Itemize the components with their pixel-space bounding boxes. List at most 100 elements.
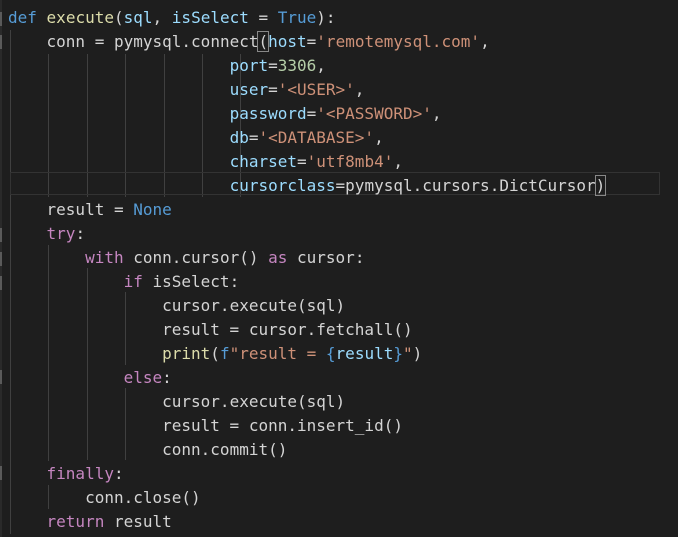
code-token: = xyxy=(297,152,307,171)
code-line[interactable]: result = cursor.fetchall() xyxy=(8,318,412,342)
code-token: . xyxy=(219,296,230,315)
fold-marker[interactable] xyxy=(0,252,2,266)
code-token: , xyxy=(316,56,326,75)
code-token: DictCursor xyxy=(499,176,596,195)
code-token: . xyxy=(200,440,211,459)
code-line[interactable]: else: xyxy=(8,366,172,390)
code-token: = xyxy=(219,320,249,339)
code-line[interactable]: result = conn.insert_id() xyxy=(8,414,403,438)
code-token: close xyxy=(133,488,182,507)
fold-marker[interactable] xyxy=(0,12,2,26)
code-token: def xyxy=(8,8,37,27)
code-token: , xyxy=(393,152,403,171)
code-token: result xyxy=(162,416,220,435)
code-token: = xyxy=(306,104,317,123)
code-token: . xyxy=(181,32,192,51)
fold-marker[interactable] xyxy=(0,228,2,242)
code-token: isSelect xyxy=(152,272,230,291)
code-token: . xyxy=(219,392,230,411)
code-token: execute xyxy=(229,392,297,411)
code-token: = xyxy=(335,176,346,195)
code-token: : xyxy=(75,224,86,243)
code-token: cursor xyxy=(162,296,220,315)
code-line[interactable]: conn.close() xyxy=(8,486,201,510)
code-token: ( xyxy=(297,392,307,411)
fold-marker[interactable] xyxy=(0,466,2,480)
code-token: '<DATABASE>' xyxy=(258,128,375,147)
code-token: 'utf8mb4' xyxy=(306,152,394,171)
code-line[interactable]: user='<USER>', xyxy=(8,78,365,102)
code-token: 3306 xyxy=(277,56,317,75)
code-line[interactable]: db='<DATABASE>', xyxy=(8,126,384,150)
fold-marker[interactable] xyxy=(0,35,2,49)
code-token: execute xyxy=(229,296,297,315)
code-token: pymysql xyxy=(345,176,413,195)
code-token: : xyxy=(113,464,124,483)
code-token: sql xyxy=(306,296,336,315)
code-token: ) xyxy=(594,175,607,196)
code-line[interactable]: charset='utf8mb4', xyxy=(8,150,403,174)
code-token: True xyxy=(277,8,317,27)
code-line[interactable]: conn = pymysql.connect(host='remotemysql… xyxy=(8,30,490,54)
code-line[interactable]: cursor.execute(sql) xyxy=(8,294,345,318)
code-token: cursor xyxy=(181,248,240,267)
code-token: '<PASSWORD>' xyxy=(316,104,432,123)
code-token: f xyxy=(219,344,230,363)
code-token: conn xyxy=(162,440,201,459)
code-line[interactable]: try: xyxy=(8,222,86,246)
fold-marker[interactable] xyxy=(0,276,2,290)
code-token: charset xyxy=(229,152,297,171)
code-line[interactable]: cursor.execute(sql) xyxy=(8,390,345,414)
code-token: password xyxy=(229,104,307,123)
code-token: cursor xyxy=(162,392,220,411)
code-token: . xyxy=(412,176,423,195)
code-token: as xyxy=(268,248,288,267)
code-token: , xyxy=(374,128,384,147)
code-line[interactable]: with conn.cursor() as cursor: xyxy=(8,246,364,270)
code-line[interactable]: def execute(sql, isSelect = True): xyxy=(8,6,336,30)
code-token: pymysql xyxy=(113,32,182,51)
code-token: try xyxy=(46,224,76,243)
fold-marker[interactable] xyxy=(0,370,2,384)
code-line[interactable]: port=3306, xyxy=(8,54,326,78)
code-token: conn xyxy=(133,248,172,267)
code-token: sql xyxy=(123,8,153,27)
code-token: cursorclass xyxy=(229,176,336,195)
code-line[interactable]: cursorclass=pymysql.cursors.DictCursor) xyxy=(8,174,607,198)
code-editor[interactable]: def execute(sql, isSelect = True): conn … xyxy=(0,0,678,537)
code-token: : xyxy=(162,368,172,387)
code-token: ) xyxy=(412,344,423,363)
code-token: , xyxy=(431,104,442,123)
code-token: result xyxy=(113,512,172,531)
code-line[interactable]: if isSelect: xyxy=(8,270,240,294)
code-token: conn xyxy=(248,416,288,435)
fold-markers xyxy=(0,0,3,537)
code-token: , xyxy=(152,8,172,27)
code-token: user xyxy=(229,80,269,99)
code-token: else xyxy=(123,368,163,387)
code-line[interactable]: result = None xyxy=(8,198,172,222)
code-token: ( xyxy=(113,8,124,27)
code-line[interactable]: finally: xyxy=(8,462,124,486)
code-line[interactable]: return result xyxy=(8,510,172,534)
code-token: conn xyxy=(85,488,124,507)
code-token: result xyxy=(335,344,394,363)
code-line[interactable]: conn.commit() xyxy=(8,438,287,462)
code-token: cursors xyxy=(422,176,490,195)
code-token: . xyxy=(123,488,134,507)
code-line[interactable]: password='<PASSWORD>', xyxy=(8,102,442,126)
code-token: ): xyxy=(316,8,336,27)
code-line[interactable]: print(f"result = {result}") xyxy=(8,342,422,366)
